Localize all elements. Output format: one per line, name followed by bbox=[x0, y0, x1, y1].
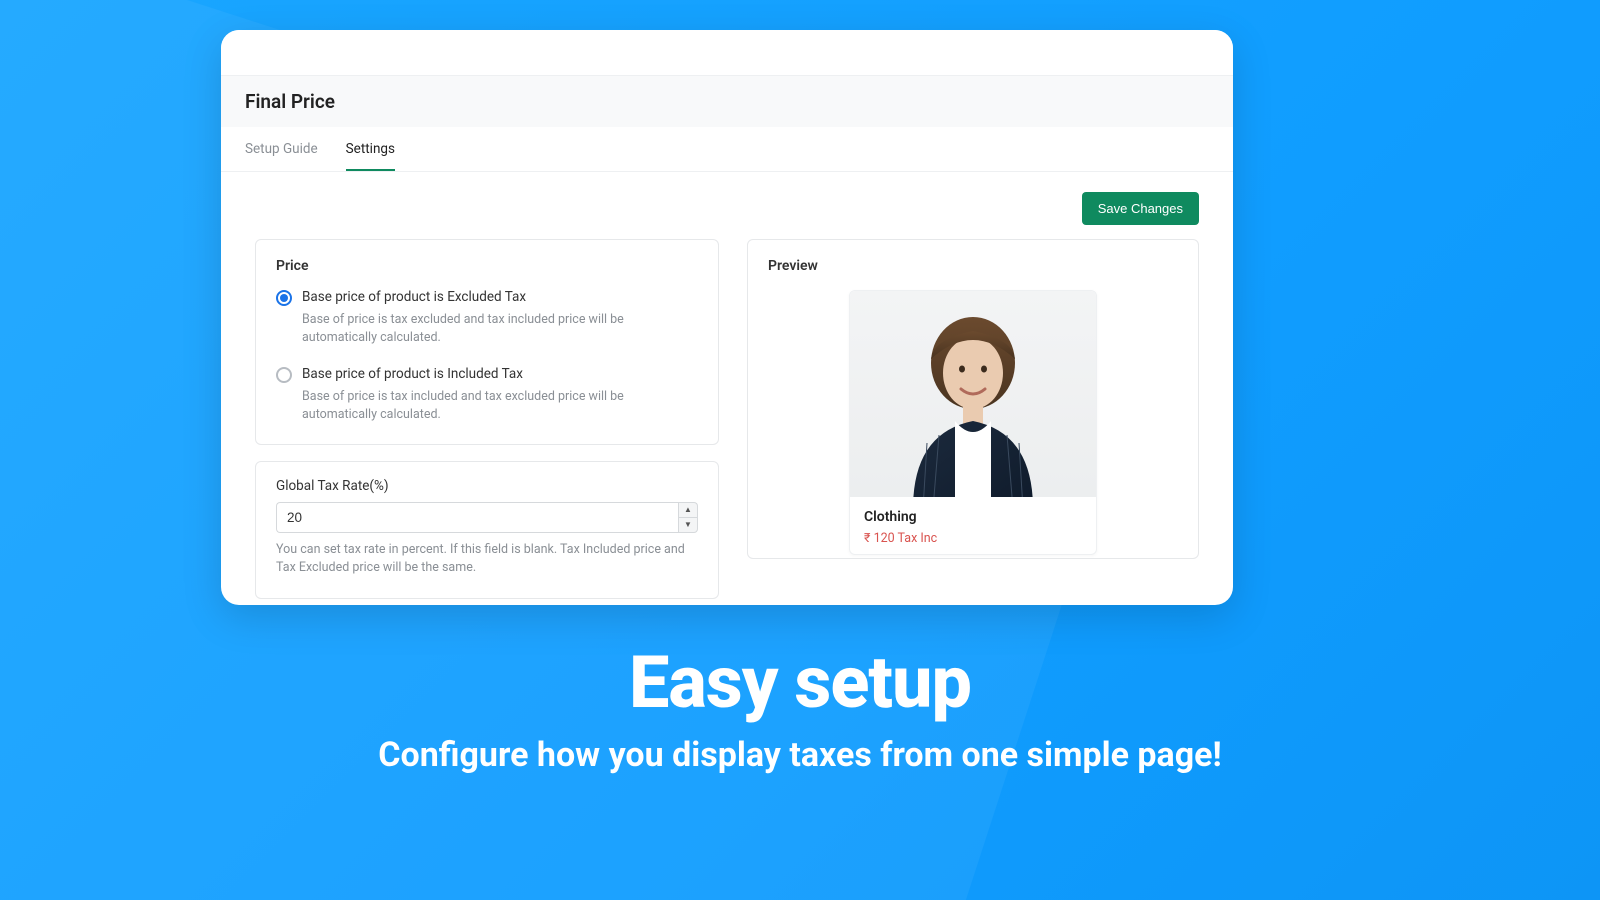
columns: Price Base price of product is Excluded … bbox=[255, 239, 1199, 599]
tax-rate-panel: Global Tax Rate(%) ▲ ▼ You can set tax r… bbox=[255, 461, 719, 598]
settings-body: Save Changes Price Base price of product… bbox=[221, 172, 1233, 605]
radio-excluded-text: Base price of product is Excluded Tax Ba… bbox=[302, 288, 698, 347]
left-column: Price Base price of product is Excluded … bbox=[255, 239, 719, 599]
preview-product-card: Clothing ₹ 120 Tax Inc bbox=[849, 290, 1097, 555]
radio-excluded-label: Base price of product is Excluded Tax bbox=[302, 288, 698, 307]
tax-rate-input-wrap: ▲ ▼ bbox=[276, 502, 698, 533]
tab-bar: Setup Guide Settings bbox=[221, 127, 1233, 172]
radio-option-included[interactable]: Base price of product is Included Tax Ba… bbox=[276, 365, 698, 424]
page-background: Final Price Setup Guide Settings Save Ch… bbox=[0, 0, 1600, 900]
preview-product-title: Clothing bbox=[864, 509, 1082, 525]
save-row: Save Changes bbox=[255, 192, 1199, 225]
radio-option-excluded[interactable]: Base price of product is Excluded Tax Ba… bbox=[276, 288, 698, 347]
preview-heading: Preview bbox=[768, 258, 1178, 274]
tax-rate-help: You can set tax rate in percent. If this… bbox=[276, 541, 698, 577]
preview-product-body: Clothing ₹ 120 Tax Inc bbox=[850, 497, 1096, 554]
radio-excluded-input[interactable] bbox=[276, 290, 292, 306]
save-changes-button[interactable]: Save Changes bbox=[1082, 192, 1199, 225]
hero-caption: Easy setup Configure how you display tax… bbox=[0, 640, 1600, 775]
tab-setup-guide[interactable]: Setup Guide bbox=[245, 127, 318, 171]
spinner-up-button[interactable]: ▲ bbox=[678, 502, 698, 517]
tab-settings[interactable]: Settings bbox=[346, 127, 395, 171]
preview-product-price: ₹ 120 Tax Inc bbox=[864, 531, 1082, 546]
spinner: ▲ ▼ bbox=[678, 502, 698, 533]
spinner-down-button[interactable]: ▼ bbox=[678, 517, 698, 533]
radio-excluded-desc: Base of price is tax excluded and tax in… bbox=[302, 311, 698, 347]
page-title: Final Price bbox=[245, 90, 1209, 113]
radio-included-text: Base price of product is Included Tax Ba… bbox=[302, 365, 698, 424]
tax-rate-label: Global Tax Rate(%) bbox=[276, 478, 698, 494]
radio-included-label: Base price of product is Included Tax bbox=[302, 365, 698, 384]
radio-included-desc: Base of price is tax included and tax ex… bbox=[302, 388, 698, 424]
preview-panel: Preview bbox=[747, 239, 1199, 559]
price-panel: Price Base price of product is Excluded … bbox=[255, 239, 719, 445]
hero-subtitle: Configure how you display taxes from one… bbox=[0, 735, 1600, 775]
tax-rate-input[interactable] bbox=[276, 502, 678, 533]
person-illustration-icon bbox=[873, 303, 1073, 497]
preview-product-image bbox=[850, 291, 1096, 497]
app-window: Final Price Setup Guide Settings Save Ch… bbox=[221, 30, 1233, 605]
radio-included-input[interactable] bbox=[276, 367, 292, 383]
right-column: Preview bbox=[747, 239, 1199, 599]
title-bar: Final Price bbox=[221, 76, 1233, 127]
window-top-strip bbox=[221, 30, 1233, 76]
hero-title: Easy setup bbox=[0, 640, 1600, 725]
price-heading: Price bbox=[276, 258, 698, 274]
